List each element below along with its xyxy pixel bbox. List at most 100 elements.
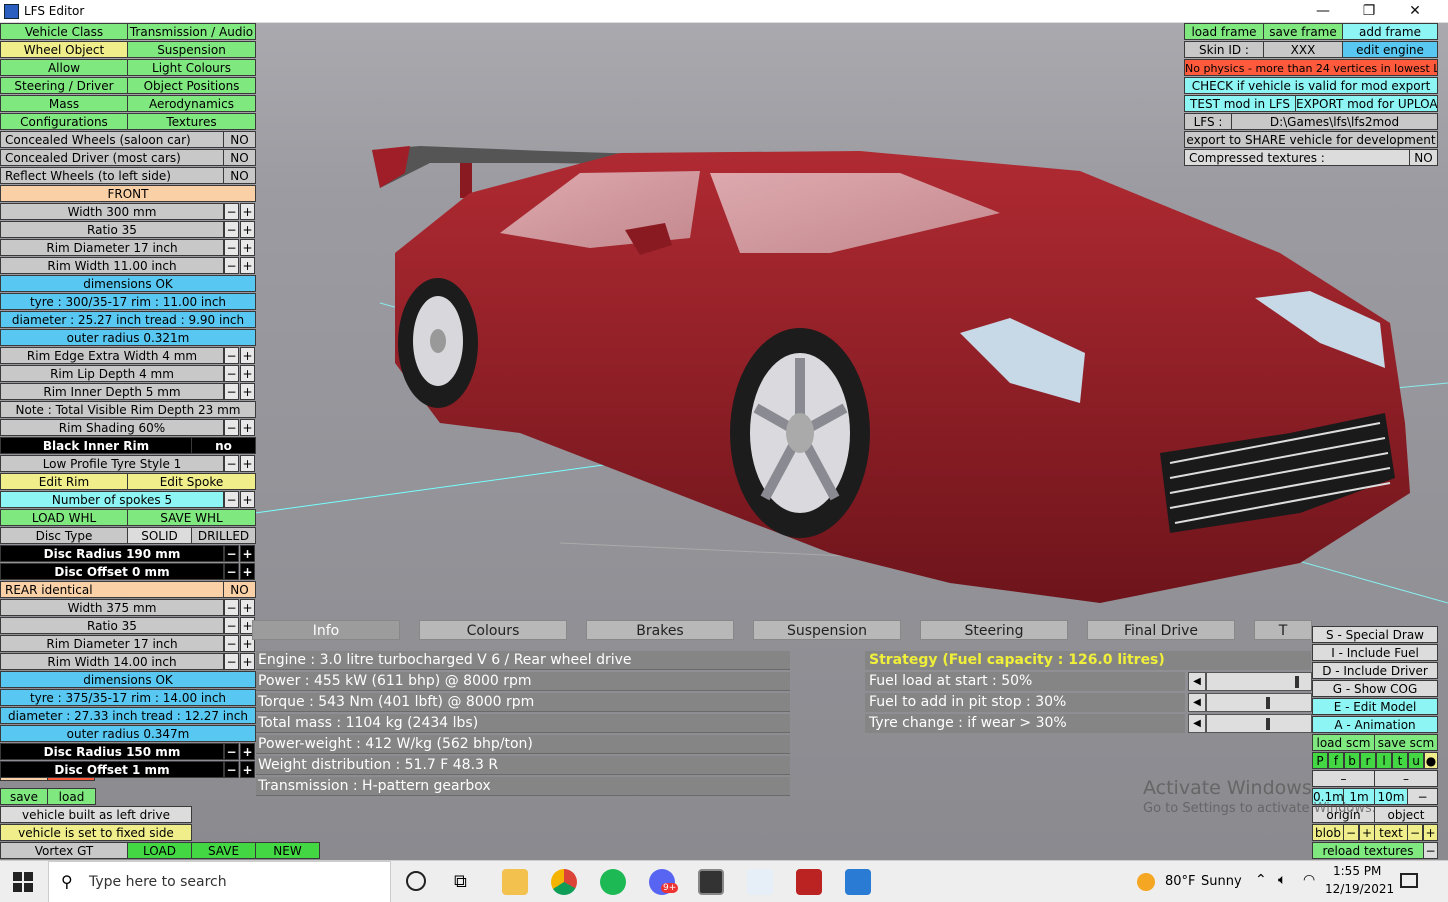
export-mod-button[interactable]: EXPORT mod for UPLOAD bbox=[1295, 95, 1438, 112]
dash-right[interactable]: – bbox=[1374, 770, 1438, 787]
vehicle-name[interactable]: Vortex GT bbox=[0, 842, 128, 859]
rear-rim-diameter-minus[interactable]: − bbox=[224, 635, 239, 652]
nav-mass[interactable]: Mass bbox=[0, 95, 128, 112]
front-disc-offset-minus[interactable]: − bbox=[224, 563, 239, 580]
rim-shading-minus[interactable]: − bbox=[224, 419, 239, 436]
dash-left[interactable]: – bbox=[1312, 770, 1375, 787]
include-driver-button[interactable]: D - Include Driver bbox=[1312, 662, 1438, 679]
load-button[interactable]: load bbox=[47, 788, 96, 805]
load-frame-button[interactable]: load frame bbox=[1184, 23, 1264, 40]
edit-engine-button[interactable]: edit engine bbox=[1342, 41, 1438, 58]
blob-plus[interactable]: + bbox=[1359, 824, 1375, 841]
vehicle-load-button[interactable]: LOAD bbox=[127, 842, 192, 859]
tyre-change-decrease[interactable]: ◀ bbox=[1188, 714, 1206, 733]
blob-minus[interactable]: − bbox=[1343, 824, 1359, 841]
network-app-icon[interactable] bbox=[747, 869, 773, 895]
spokes-minus[interactable]: − bbox=[224, 491, 239, 508]
nav-configurations[interactable]: Configurations bbox=[0, 113, 128, 130]
wifi-icon[interactable]: ◠ bbox=[1303, 872, 1315, 888]
nav-aerodynamics[interactable]: Aerodynamics bbox=[127, 95, 256, 112]
nav-object-positions[interactable]: Object Positions bbox=[127, 77, 256, 94]
weather-condition[interactable]: Sunny bbox=[1201, 874, 1242, 889]
fuel-load-slider[interactable] bbox=[1206, 672, 1312, 691]
text-minus[interactable]: − bbox=[1407, 824, 1423, 841]
spotify-icon[interactable] bbox=[600, 869, 626, 895]
toggle-p[interactable]: P bbox=[1312, 752, 1328, 769]
slider-thumb[interactable] bbox=[1266, 718, 1270, 730]
low-profile-minus[interactable]: − bbox=[224, 455, 239, 472]
rear-rim-width-plus[interactable]: + bbox=[240, 653, 255, 670]
vehicle-left-drive[interactable]: vehicle built as left drive bbox=[0, 806, 192, 823]
front-disc-radius-plus[interactable]: + bbox=[240, 545, 255, 562]
disc-type-solid[interactable]: SOLID bbox=[127, 527, 192, 544]
lfs-editor-icon[interactable] bbox=[698, 869, 724, 895]
photos-icon[interactable] bbox=[845, 869, 871, 895]
rear-width-minus[interactable]: − bbox=[224, 599, 239, 616]
front-ratio-minus[interactable]: − bbox=[224, 221, 239, 238]
grid-minus[interactable]: − bbox=[1407, 788, 1438, 805]
front-rim-width-plus[interactable]: + bbox=[240, 257, 255, 274]
save-whl-button[interactable]: SAVE WHL bbox=[127, 509, 256, 526]
vehicle-new-button[interactable]: NEW bbox=[255, 842, 320, 859]
slider-thumb[interactable] bbox=[1266, 697, 1270, 709]
compressed-textures-toggle[interactable]: NO bbox=[1409, 149, 1438, 166]
weather-temperature[interactable]: 80°F bbox=[1165, 874, 1196, 889]
concealed-driver-toggle[interactable]: NO bbox=[223, 149, 256, 166]
save-frame-button[interactable]: save frame bbox=[1263, 23, 1343, 40]
concealed-wheels-toggle[interactable]: NO bbox=[223, 131, 256, 148]
viewport-3d[interactable]: Vehicle Class Transmission / Audio Wheel… bbox=[0, 23, 1448, 860]
nav-transmission-audio[interactable]: Transmission / Audio bbox=[127, 23, 256, 40]
front-ratio-plus[interactable]: + bbox=[240, 221, 255, 238]
minimize-button[interactable]: — bbox=[1300, 0, 1346, 23]
reload-textures-button[interactable]: reload textures bbox=[1312, 842, 1424, 859]
export-share-button[interactable]: export to SHARE vehicle for development bbox=[1184, 131, 1438, 148]
cortana-icon[interactable] bbox=[406, 871, 426, 891]
edit-model-button[interactable]: E - Edit Model bbox=[1312, 698, 1438, 715]
front-rim-diameter-minus[interactable]: − bbox=[224, 239, 239, 256]
tab-suspension[interactable]: Suspension bbox=[753, 620, 901, 640]
rear-identical-toggle[interactable]: NO bbox=[223, 581, 256, 598]
disc-type-drilled[interactable]: DRILLED bbox=[191, 527, 256, 544]
text-plus[interactable]: + bbox=[1423, 824, 1438, 841]
toggle-l[interactable]: l bbox=[1376, 752, 1392, 769]
load-whl-button[interactable]: LOAD WHL bbox=[0, 509, 128, 526]
toggle-b[interactable]: b bbox=[1344, 752, 1360, 769]
tab-final-drive[interactable]: Final Drive bbox=[1087, 620, 1235, 640]
tab-brakes[interactable]: Brakes bbox=[586, 620, 734, 640]
blob-button[interactable]: blob bbox=[1312, 824, 1344, 841]
low-profile-plus[interactable]: + bbox=[240, 455, 255, 472]
text-button[interactable]: text bbox=[1374, 824, 1408, 841]
notification-icon[interactable] bbox=[1400, 873, 1418, 888]
reload-minus[interactable]: − bbox=[1423, 842, 1438, 859]
edit-rim-button[interactable]: Edit Rim bbox=[0, 473, 128, 490]
show-cog-button[interactable]: G - Show COG bbox=[1312, 680, 1438, 697]
add-frame-button[interactable]: add frame bbox=[1342, 23, 1438, 40]
rim-lip-plus[interactable]: + bbox=[240, 365, 255, 382]
nav-vehicle-class[interactable]: Vehicle Class bbox=[0, 23, 128, 40]
slider-thumb[interactable] bbox=[1295, 676, 1299, 688]
start-button[interactable] bbox=[12, 871, 34, 893]
maximize-button[interactable]: ❐ bbox=[1346, 0, 1392, 23]
tab-colours[interactable]: Colours bbox=[419, 620, 567, 640]
rim-inner-minus[interactable]: − bbox=[224, 383, 239, 400]
save-scm-button[interactable]: save scm bbox=[1374, 734, 1438, 751]
rear-disc-radius-plus[interactable]: + bbox=[240, 743, 255, 760]
tab-truncated[interactable]: T bbox=[1254, 620, 1312, 640]
rim-edge-plus[interactable]: + bbox=[240, 347, 255, 364]
front-rim-width-minus[interactable]: − bbox=[224, 257, 239, 274]
vehicle-save-button[interactable]: SAVE bbox=[191, 842, 256, 859]
front-width-plus[interactable]: + bbox=[240, 203, 255, 220]
rear-disc-offset-minus[interactable]: − bbox=[224, 761, 239, 778]
grid-10m[interactable]: 10m bbox=[1374, 788, 1408, 805]
toggle-t[interactable]: t bbox=[1392, 752, 1408, 769]
close-button[interactable]: ✕ bbox=[1392, 0, 1438, 23]
fuel-pit-slider[interactable] bbox=[1206, 693, 1312, 712]
lfs-path-value[interactable]: D:\Games\lfs\lfs2mod bbox=[1231, 113, 1438, 130]
nav-suspension[interactable]: Suspension bbox=[127, 41, 256, 58]
animation-button[interactable]: A - Animation bbox=[1312, 716, 1438, 733]
task-view-icon[interactable]: ⧉ bbox=[454, 871, 467, 892]
discord-icon[interactable]: 9+ bbox=[649, 869, 679, 895]
clock-date[interactable]: 12/19/2021 bbox=[1325, 882, 1394, 896]
clock-time[interactable]: 1:55 PM bbox=[1333, 864, 1381, 878]
black-inner-rim-toggle[interactable]: no bbox=[191, 437, 256, 454]
